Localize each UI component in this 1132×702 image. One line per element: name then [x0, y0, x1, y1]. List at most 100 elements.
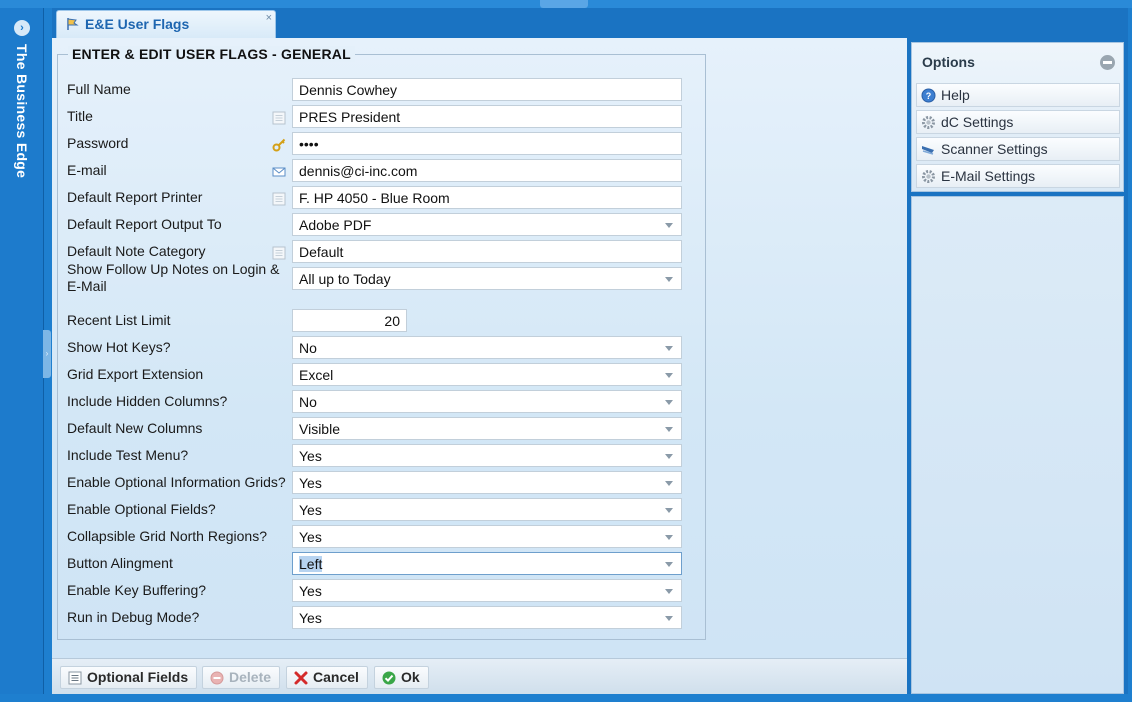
field-label: Grid Export Extension — [67, 366, 204, 382]
optional-fields-label: Optional Fields — [87, 669, 189, 685]
field-value: F. HP 4050 - Blue Room — [299, 190, 450, 206]
field-label: Button Alingment — [67, 555, 173, 571]
field-value: Yes — [299, 610, 322, 626]
delete-button[interactable]: Delete — [202, 666, 281, 689]
ok-label: Ok — [401, 669, 420, 685]
select-field[interactable]: Adobe PDF — [292, 213, 682, 236]
close-icon[interactable]: × — [266, 12, 272, 24]
gear-icon — [922, 116, 935, 129]
expand-icon[interactable]: › — [14, 20, 30, 36]
optional-fields-button[interactable]: Optional Fields — [60, 666, 198, 689]
splitter-handle[interactable]: › — [43, 330, 51, 378]
field-value: •••• — [299, 136, 319, 152]
select-field[interactable]: Left — [292, 552, 682, 575]
field-label: Enable Optional Information Grids? — [67, 474, 286, 490]
field-label: Title — [67, 108, 93, 124]
option-help[interactable]: ? Help — [916, 83, 1120, 107]
sidebar-empty-panel — [911, 196, 1124, 694]
option-label: Help — [941, 87, 970, 103]
delete-label: Delete — [229, 669, 272, 685]
select-field[interactable]: Visible — [292, 417, 682, 440]
envelope-icon — [272, 167, 286, 177]
field-label: Run in Debug Mode? — [67, 609, 200, 625]
svg-text:?: ? — [926, 91, 932, 101]
select-field[interactable]: Yes — [292, 579, 682, 602]
field-label: Default Note Category — [67, 243, 206, 259]
select-field[interactable]: No — [292, 336, 682, 359]
field-label: Show Follow Up Notes on Login & E-Mail — [67, 261, 280, 294]
option-scanner-settings[interactable]: Scanner Settings — [916, 137, 1120, 161]
field-value: Yes — [299, 502, 322, 518]
x-icon — [294, 671, 308, 685]
field-label: Full Name — [67, 81, 131, 97]
options-title: Options — [922, 54, 975, 70]
option-dc-settings[interactable]: dC Settings — [916, 110, 1120, 134]
select-field[interactable]: Yes — [292, 498, 682, 521]
option-label: E-Mail Settings — [941, 168, 1036, 184]
scanner-icon — [922, 146, 934, 155]
app-title: The Business Edge — [14, 44, 30, 179]
field-value: Yes — [299, 475, 322, 491]
delete-icon — [210, 671, 224, 685]
field-value: 20 — [384, 313, 400, 329]
tab-title: E&E User Flags — [85, 16, 190, 32]
check-icon — [382, 671, 396, 685]
flag-icon — [67, 18, 79, 30]
field-label: Default Report Printer — [67, 189, 203, 205]
select-field[interactable]: Yes — [292, 471, 682, 494]
text-field[interactable]: F. HP 4050 - Blue Room — [292, 186, 682, 209]
password-field[interactable]: •••• — [292, 132, 682, 155]
options-header: Options — [912, 43, 1123, 79]
left-rail: › The Business Edge — [0, 8, 44, 694]
tab-bar: E&E User Flags × — [52, 8, 1128, 38]
list-icon[interactable] — [272, 246, 286, 260]
field-label: Enable Key Buffering? — [67, 582, 207, 598]
options-sidebar: Options ? Help dC Settings Scanner Setti… — [909, 40, 1128, 694]
field-value: Default — [299, 244, 344, 260]
ok-button[interactable]: Ok — [374, 666, 429, 689]
field-value: Yes — [299, 448, 322, 464]
cancel-label: Cancel — [313, 669, 359, 685]
select-field[interactable]: All up to Today — [292, 267, 682, 290]
field-value: Visible — [299, 421, 340, 437]
cancel-button[interactable]: Cancel — [286, 666, 368, 689]
field-value: Yes — [299, 583, 322, 599]
field-value: Excel — [299, 367, 334, 383]
list-icon[interactable] — [272, 192, 286, 206]
field-label: Recent List Limit — [67, 312, 171, 328]
option-email-settings[interactable]: E-Mail Settings — [916, 164, 1120, 188]
tab-user-flags[interactable]: E&E User Flags × — [56, 10, 276, 38]
field-label: Default New Columns — [67, 420, 203, 436]
options-panel: Options ? Help dC Settings Scanner Setti… — [911, 42, 1124, 192]
select-field[interactable]: No — [292, 390, 682, 413]
text-field[interactable]: Dennis Cowhey — [292, 78, 682, 101]
field-value: Yes — [299, 529, 322, 545]
fieldset-legend: ENTER & EDIT USER FLAGS - GENERAL — [68, 46, 355, 62]
field-label: Include Hidden Columns? — [67, 393, 228, 409]
collapse-icon[interactable] — [1100, 55, 1115, 70]
field-value: dennis@ci-inc.com — [299, 163, 418, 179]
select-field[interactable]: Yes — [292, 606, 682, 629]
list-icon — [68, 671, 82, 685]
text-field[interactable]: Default — [292, 240, 682, 263]
list-icon[interactable] — [272, 111, 286, 125]
help-icon: ? — [921, 88, 936, 103]
field-value: No — [299, 394, 317, 410]
text-field[interactable]: 20 — [292, 309, 407, 332]
field-label: Include Test Menu? — [67, 447, 189, 463]
select-field[interactable]: Yes — [292, 444, 682, 467]
select-field[interactable]: Excel — [292, 363, 682, 386]
user-flags-window: E&E User Flags × ENTER & EDIT USER FLAGS… — [52, 8, 1128, 694]
field-value: Left — [299, 556, 323, 572]
field-value: PRES President — [299, 109, 401, 125]
select-field[interactable]: Yes — [292, 525, 682, 548]
text-field[interactable]: PRES President — [292, 105, 682, 128]
text-field[interactable]: dennis@ci-inc.com — [292, 159, 682, 182]
top-collapse-handle[interactable] — [540, 0, 588, 8]
button-bar: Optional Fields Delete Cancel Ok — [52, 658, 907, 694]
field-label: Enable Optional Fields? — [67, 501, 216, 517]
field-value: All up to Today — [299, 271, 391, 287]
field-label: Default Report Output To — [67, 216, 222, 232]
option-label: Scanner Settings — [941, 141, 1048, 157]
field-label: Collapsible Grid North Regions? — [67, 528, 267, 544]
